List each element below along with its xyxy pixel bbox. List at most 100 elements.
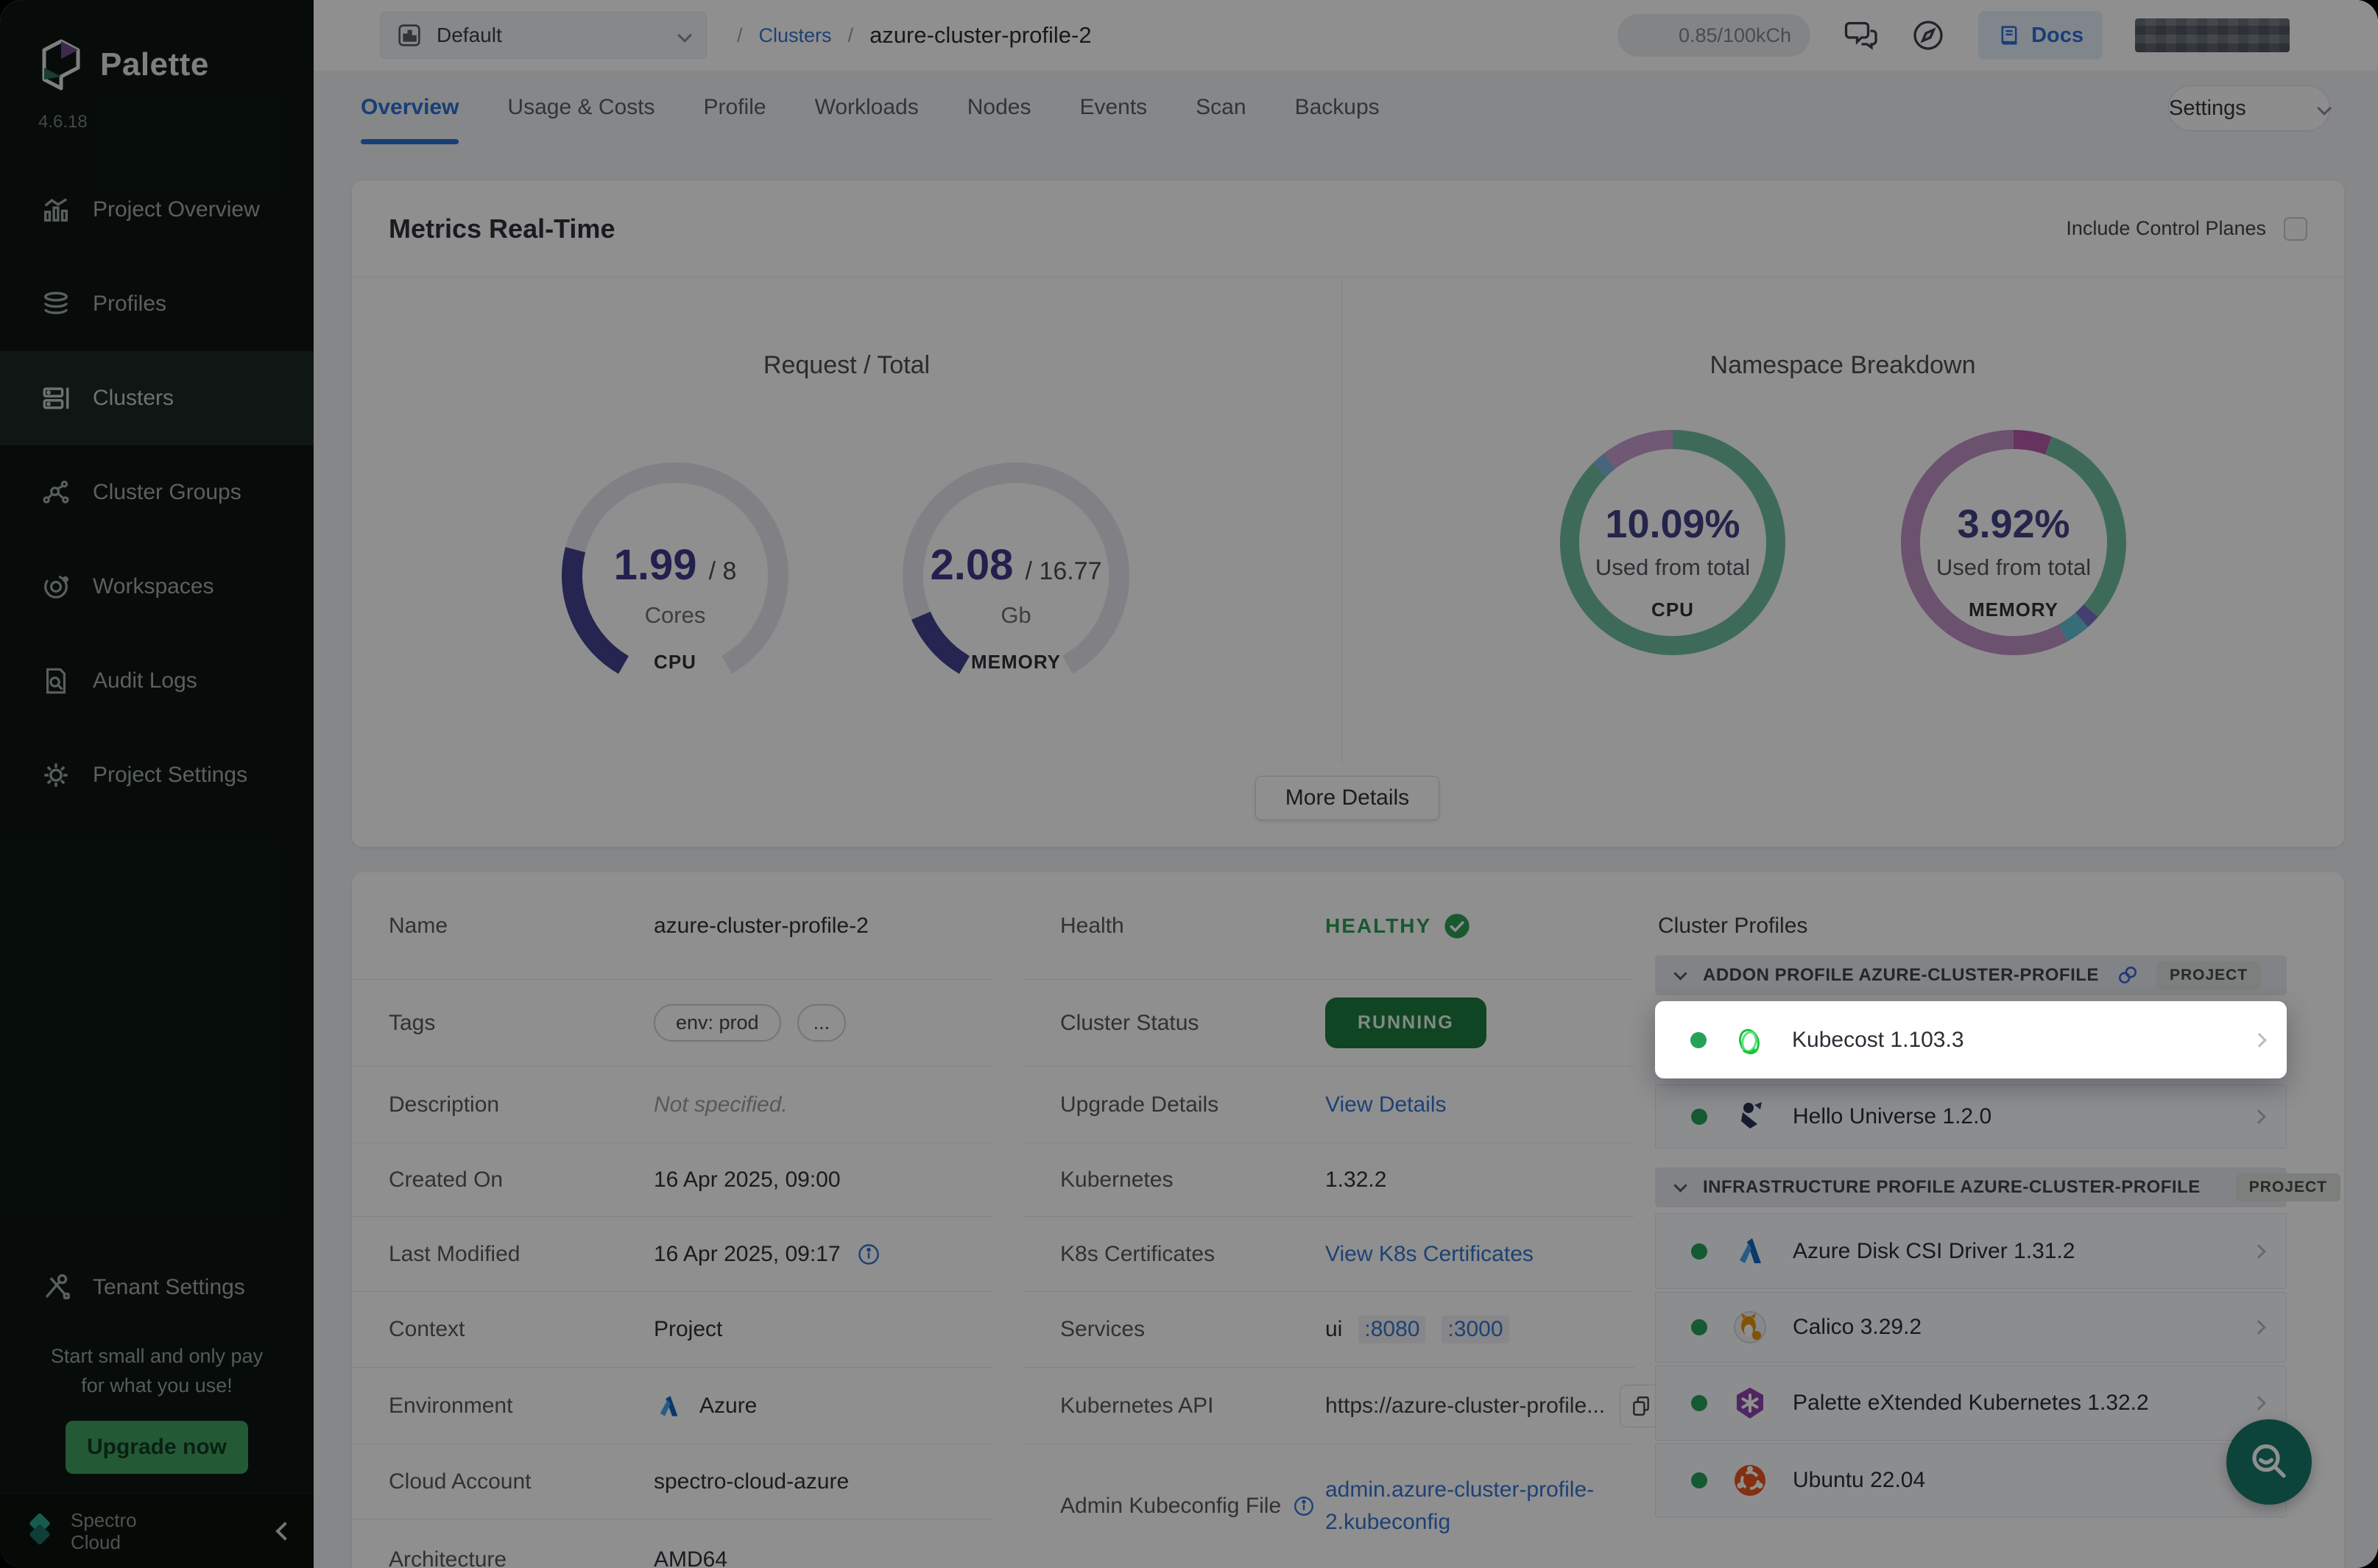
gear-icon — [41, 760, 71, 790]
kubecost-icon — [1732, 1023, 1767, 1058]
metrics-card: Metrics Real-Time Include Control Planes… — [352, 180, 2344, 847]
status-row-upgrade: Upgrade Details View Details — [1023, 1067, 1634, 1143]
sidebar-item-workspaces[interactable]: Workspaces — [0, 540, 314, 634]
status-dot — [1691, 1109, 1707, 1125]
memory-donut-percent: 3.92% — [1896, 501, 2131, 547]
sidebar-item-label: Workspaces — [93, 574, 214, 599]
detail-row-created: Created On 16 Apr 2025, 09:00 — [352, 1143, 992, 1217]
project-badge: PROJECT — [2156, 961, 2261, 989]
service-port-8080-link[interactable]: :8080 — [1358, 1316, 1425, 1343]
compass-icon[interactable] — [1910, 18, 1946, 53]
upgrade-now-button[interactable]: Upgrade now — [66, 1421, 248, 1474]
topbar: Default / Clusters / azure-cluster-profi… — [314, 0, 2378, 71]
status-row-services: Services ui :8080 :3000 — [1023, 1292, 1634, 1368]
sidebar-collapse-chevron-icon[interactable] — [275, 1522, 294, 1540]
more-details-button[interactable]: More Details — [1255, 776, 1439, 820]
project-selector[interactable]: Default — [380, 12, 707, 59]
tab-overview[interactable]: Overview — [361, 71, 459, 144]
info-icon[interactable] — [1293, 1495, 1315, 1517]
detail-row-cloud-account: Cloud Account spectro-cloud-azure — [352, 1444, 992, 1519]
sidebar-nav: Project Overview Profiles Clusters Clust… — [0, 163, 314, 822]
tab-backups[interactable]: Backups — [1295, 71, 1380, 144]
profile-row-calico[interactable]: Calico 3.29.2 — [1655, 1292, 2287, 1363]
service-port-3000-link[interactable]: :3000 — [1442, 1316, 1509, 1343]
details-column: Name azure-cluster-profile-2 Tags env: p… — [352, 872, 992, 1568]
health-status: HEALTHY — [1325, 912, 1471, 940]
sidebar-item-audit-logs[interactable]: Audit Logs — [0, 634, 314, 728]
calico-icon — [1732, 1310, 1768, 1345]
kubeconfig-download-link[interactable]: admin.azure-cluster-profile-2.kubeconfig — [1325, 1474, 1634, 1539]
settings-button[interactable]: Settings — [2168, 85, 2330, 131]
sidebar-item-cluster-groups[interactable]: Cluster Groups — [0, 445, 314, 540]
cpu-gauge: 1.99 / 8 Cores CPU — [557, 458, 793, 693]
layers-icon — [41, 289, 71, 319]
status-dot — [1691, 1472, 1707, 1488]
profile-row-azure-disk-csi[interactable]: Azure Disk CSI Driver 1.31.2 — [1655, 1213, 2287, 1289]
detail-row-environment: Environment Azure — [352, 1368, 992, 1444]
pxk-icon — [1732, 1385, 1768, 1421]
detail-row-context: Context Project — [352, 1292, 992, 1368]
include-control-planes: Include Control Planes — [2066, 217, 2307, 241]
tabs-bar: Overview Usage & Costs Profile Workloads… — [314, 71, 2378, 144]
breadcrumb-separator: / — [737, 24, 743, 47]
azure-icon — [654, 1391, 683, 1421]
cpu-gauge-unit: Cores — [557, 602, 793, 629]
memory-gauge-value: 2.08 / 16.77 — [898, 540, 1134, 590]
app-version: 4.6.18 — [0, 91, 314, 133]
sidebar-item-label: Project Settings — [93, 763, 247, 788]
user-name-redacted[interactable] — [2135, 18, 2290, 52]
status-row-kubernetes-api: Kubernetes API https://azure-cluster-pro… — [1023, 1368, 1634, 1444]
sidebar-item-profiles[interactable]: Profiles — [0, 257, 314, 351]
link-icon — [2117, 964, 2139, 986]
kubernetes-api-url: https://azure-cluster-profile... — [1325, 1394, 1605, 1419]
include-control-planes-checkbox[interactable] — [2284, 217, 2307, 241]
bar-chart-icon — [41, 195, 71, 225]
tab-workloads[interactable]: Workloads — [815, 71, 919, 144]
cpu-gauge-value: 1.99 / 8 — [557, 540, 793, 590]
detail-row-architecture: Architecture AMD64 — [352, 1519, 992, 1568]
sidebar-item-label: Audit Logs — [93, 668, 197, 693]
tab-profile[interactable]: Profile — [704, 71, 766, 144]
status-column: Health HEALTHY Cluster Status RUNNING Up… — [1023, 872, 1634, 1568]
memory-gauge: 2.08 / 16.77 Gb MEMORY — [898, 458, 1134, 693]
profile-row-hello-universe[interactable]: Hello Universe 1.2.0 — [1655, 1084, 2287, 1148]
brand-name: Palette — [100, 46, 209, 83]
tags-more-button[interactable]: ... — [797, 1004, 847, 1042]
info-icon[interactable] — [857, 1243, 881, 1266]
chevron-right-icon — [2251, 1396, 2266, 1410]
breadcrumb-clusters-link[interactable]: Clusters — [759, 24, 832, 47]
detail-row-modified: Last Modified 16 Apr 2025, 09:17 — [352, 1217, 992, 1292]
tab-events[interactable]: Events — [1079, 71, 1147, 144]
docs-label: Docs — [2031, 24, 2084, 48]
sidebar: Palette 4.6.18 Project Overview Profiles… — [0, 0, 314, 1568]
ubuntu-icon — [1732, 1463, 1768, 1498]
tab-usage-costs[interactable]: Usage & Costs — [507, 71, 655, 144]
addon-profile-group-header[interactable]: ADDON PROFILE AZURE-CLUSTER-PROFILE PROJ… — [1655, 956, 2287, 995]
tab-nodes[interactable]: Nodes — [967, 71, 1031, 144]
sidebar-item-project-settings[interactable]: Project Settings — [0, 728, 314, 822]
cpu-gauge-label: CPU — [557, 651, 793, 674]
tab-scan[interactable]: Scan — [1196, 71, 1246, 144]
status-dot — [1691, 1319, 1707, 1335]
promo-text-line2: for what you use! — [0, 1371, 314, 1400]
sidebar-item-project-overview[interactable]: Project Overview — [0, 163, 314, 257]
status-dot — [1691, 1395, 1707, 1411]
profile-row-ubuntu[interactable]: Ubuntu 22.04 — [1655, 1444, 2287, 1517]
request-total-title: Request / Total — [352, 351, 1341, 380]
status-dot — [1691, 1243, 1707, 1260]
view-details-link[interactable]: View Details — [1325, 1092, 1447, 1117]
sidebar-item-clusters[interactable]: Clusters — [0, 351, 314, 445]
profile-row-palette-extended-k8s[interactable]: Palette eXtended Kubernetes 1.32.2 — [1655, 1366, 2287, 1441]
infrastructure-profile-group-header[interactable]: INFRASTRUCTURE PROFILE AZURE-CLUSTER-PRO… — [1655, 1168, 2287, 1207]
sidebar-item-label: Profiles — [93, 292, 166, 317]
tabs: Overview Usage & Costs Profile Workloads… — [361, 71, 1380, 144]
support-search-fab[interactable] — [2226, 1419, 2312, 1505]
sidebar-item-tenant-settings[interactable]: Tenant Settings — [0, 1240, 314, 1335]
namespace-breakdown-title: Namespace Breakdown — [1341, 351, 2344, 380]
audit-log-icon — [41, 666, 71, 696]
profile-row-kubecost[interactable]: Kubecost 1.103.3 — [1655, 1001, 2287, 1078]
metrics-divider — [1341, 278, 1342, 763]
chat-icon[interactable] — [1843, 18, 1878, 53]
docs-button[interactable]: Docs — [1978, 11, 2103, 60]
view-k8s-certificates-link[interactable]: View K8s Certificates — [1325, 1242, 1534, 1267]
